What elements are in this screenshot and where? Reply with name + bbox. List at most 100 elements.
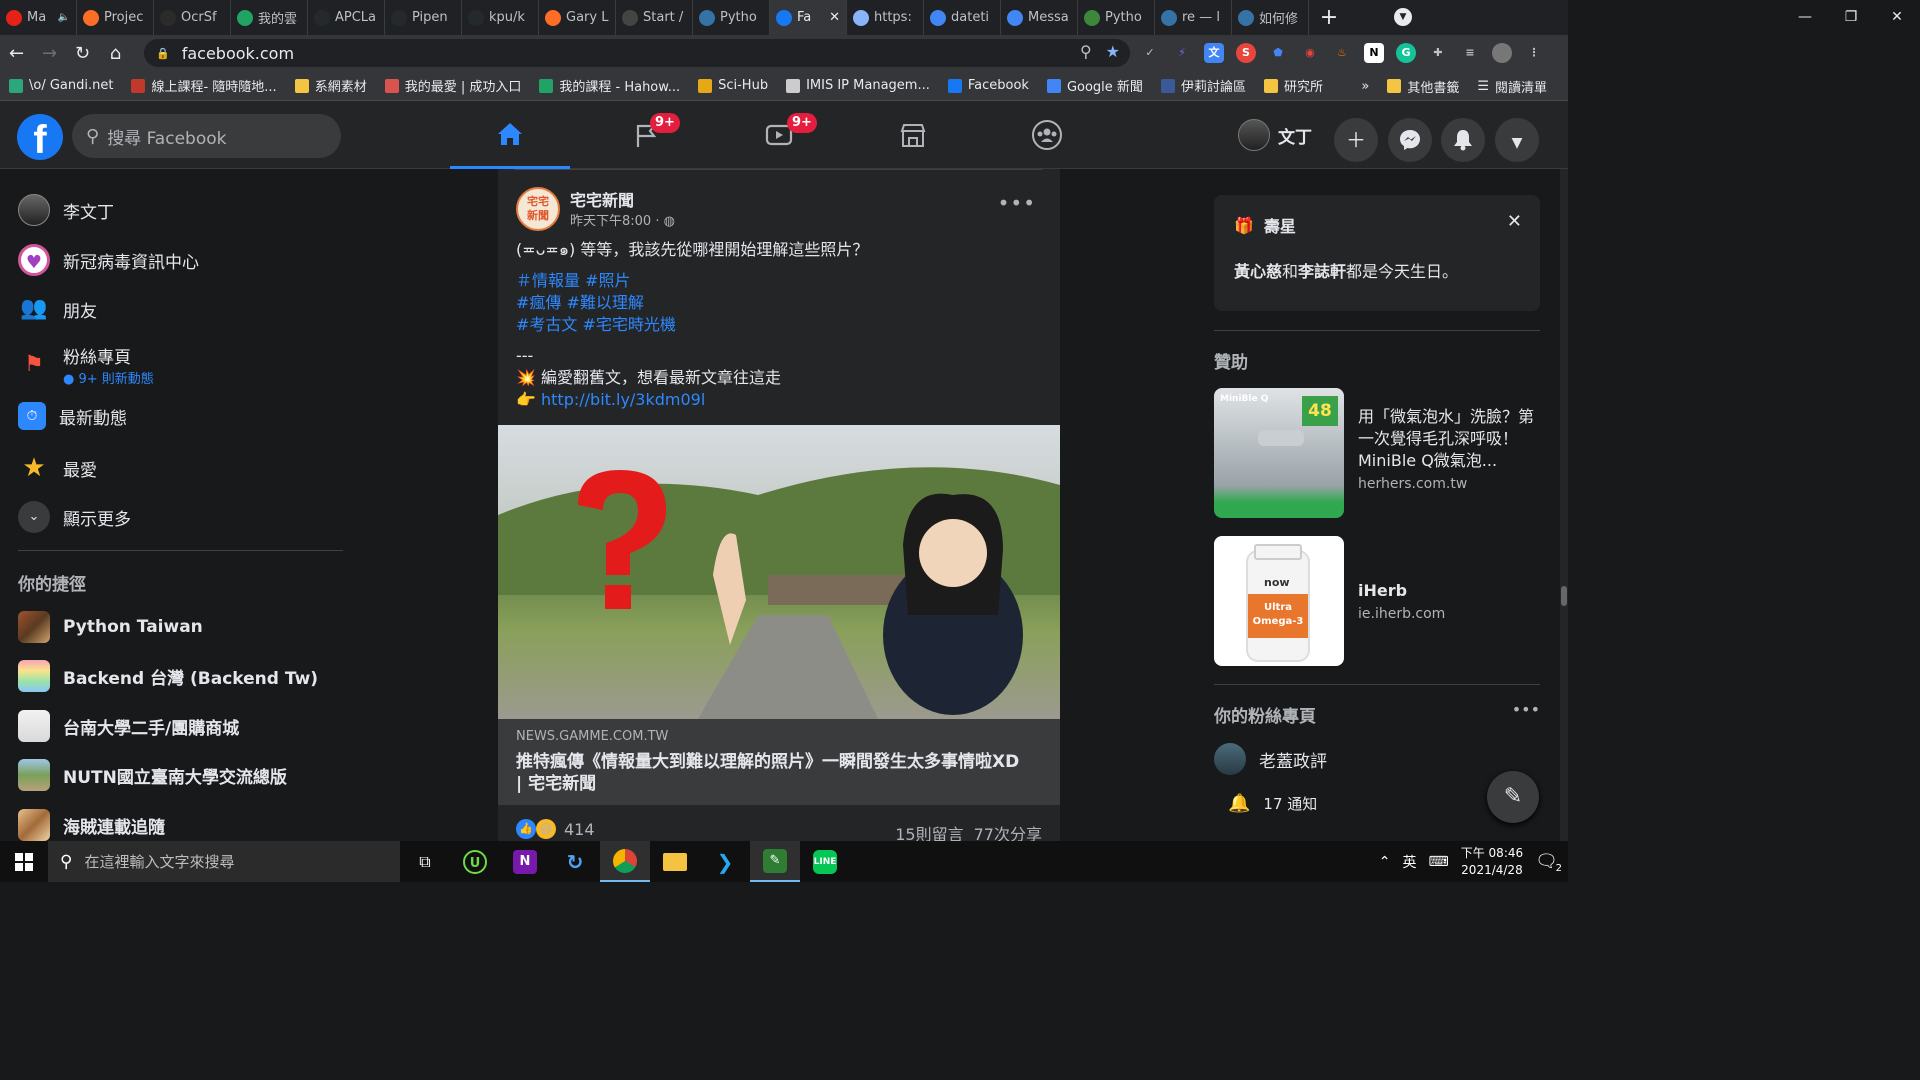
birthday-name-2[interactable]: 李誌軒: [1298, 262, 1346, 281]
post-link[interactable]: http://bit.ly/3kdm09l: [541, 390, 705, 409]
bookmarks-overflow-button[interactable]: »: [1352, 79, 1378, 94]
shortcut-python-taiwan[interactable]: Python Taiwan: [18, 611, 203, 643]
browser-tab[interactable]: dateti: [924, 0, 1001, 35]
browser-tab[interactable]: Projec: [77, 0, 154, 35]
browser-tab[interactable]: APCLa: [308, 0, 385, 35]
grammarly-extension-icon[interactable]: G: [1396, 43, 1416, 63]
taskbar-app-notes[interactable]: ✎: [750, 841, 800, 882]
sidebar-item-news-feed[interactable]: ⏱ 最新動態: [18, 402, 127, 430]
browser-tab[interactable]: 如何修: [1232, 0, 1309, 35]
reading-list-button[interactable]: ☰ 閱讀清單: [1468, 77, 1556, 96]
page-avatar[interactable]: 宅宅新聞: [516, 187, 560, 231]
translate-extension-icon[interactable]: 文: [1204, 43, 1224, 63]
page-scrollbar[interactable]: [1560, 169, 1568, 841]
sidebar-item-pages[interactable]: ⚑ 粉絲專頁 ● 9+ 則新動態: [18, 343, 154, 387]
bookmark-item[interactable]: Google 新聞: [1038, 76, 1152, 95]
shortcut-backend-tw[interactable]: Backend 台灣 (Backend Tw): [18, 660, 318, 692]
close-window-button[interactable]: ✕: [1874, 0, 1920, 35]
bookmark-item[interactable]: 我的課程 - Hahow...: [530, 76, 689, 95]
account-menu-button[interactable]: ▼: [1495, 118, 1539, 162]
taskbar-app-chrome[interactable]: [600, 841, 650, 882]
sidebar-item-see-more[interactable]: ⌄ 顯示更多: [18, 501, 131, 533]
browser-tab[interactable]: Pipen: [385, 0, 462, 35]
browser-tab[interactable]: 我的雲: [231, 0, 308, 35]
chrome-menu-icon[interactable]: ⋮: [1524, 43, 1544, 63]
home-tab[interactable]: [450, 101, 570, 169]
bookmark-item[interactable]: Sci-Hub: [689, 78, 777, 93]
tab-close-icon[interactable]: ✕: [829, 10, 840, 25]
shortcut-nutn-market[interactable]: 台南大學二手/團購商城: [18, 710, 239, 742]
groups-tab[interactable]: [987, 101, 1107, 169]
post-time[interactable]: 昨天下午8:00 ·: [570, 214, 659, 229]
reactions-summary[interactable]: 👍 😆 414: [516, 819, 595, 839]
new-tab-button[interactable]: +: [1309, 5, 1349, 30]
omnibox[interactable]: 🔒 facebook.com ⚲ ★: [144, 39, 1130, 67]
browser-tab[interactable]: re — l: [1155, 0, 1232, 35]
browser-tab[interactable]: kpu/k: [462, 0, 539, 35]
bookmark-item[interactable]: 我的最愛 | 成功入口: [376, 76, 531, 95]
start-button[interactable]: [0, 841, 48, 882]
shortcut-one-piece[interactable]: 海賊連載追隨: [18, 809, 165, 841]
taskbar-app-explorer[interactable]: [650, 841, 700, 882]
bookmark-star-icon[interactable]: ★: [1106, 42, 1120, 61]
create-button[interactable]: ＋: [1334, 118, 1378, 162]
taskbar-app-line[interactable]: LINE: [800, 841, 850, 882]
sidebar-item-friends[interactable]: 👥 朋友: [18, 293, 97, 325]
watch-tab[interactable]: 9+: [719, 101, 839, 169]
puzzle-icon[interactable]: ✚: [1428, 43, 1448, 63]
forward-button[interactable]: →: [33, 43, 66, 64]
profile-chip[interactable]: 文丁: [1238, 119, 1312, 151]
notion-extension-icon[interactable]: N: [1364, 43, 1384, 63]
birthday-name-1[interactable]: 黃心慈: [1234, 262, 1282, 281]
bookmark-item[interactable]: 線上課程- 隨時隨地...: [122, 76, 285, 95]
bookmark-item[interactable]: Facebook: [939, 78, 1038, 93]
keyboard-icon[interactable]: ⌨: [1429, 854, 1449, 870]
browser-tab[interactable]: Fa ✕: [770, 0, 847, 35]
bookmark-item[interactable]: IMIS IP Managem...: [777, 78, 939, 93]
sidebar-item-covid[interactable]: ♥ 新冠病毒資訊中心: [18, 244, 199, 276]
profile-avatar[interactable]: [1492, 43, 1512, 63]
minimize-button[interactable]: —: [1782, 0, 1828, 35]
tray-expand-icon[interactable]: ⌃: [1379, 854, 1391, 870]
pages-more-button[interactable]: •••: [1512, 700, 1540, 719]
comment-count[interactable]: 15則留言: [895, 821, 963, 841]
facebook-logo[interactable]: f: [17, 114, 63, 162]
taskbar-app-refresh[interactable]: ↻: [550, 841, 600, 882]
new-message-button[interactable]: ✎: [1487, 771, 1539, 823]
reload-button[interactable]: ↻: [66, 43, 99, 64]
share-count[interactable]: 77次分享: [974, 821, 1042, 841]
reading-list-icon[interactable]: ≡: [1460, 43, 1480, 63]
browser-tab[interactable]: https:: [847, 0, 924, 35]
shortcut-nutn-board[interactable]: NUTN國立臺南大學交流總版: [18, 759, 287, 791]
browser-tab[interactable]: Pytho: [693, 0, 770, 35]
ime-indicator[interactable]: 英: [1403, 852, 1417, 872]
messenger-button[interactable]: [1388, 118, 1432, 162]
post-author[interactable]: 宅宅新聞: [570, 187, 634, 211]
bookmark-item[interactable]: 研究所: [1255, 76, 1332, 95]
sidebar-item-profile[interactable]: 李文丁: [18, 194, 114, 226]
scrollbar-thumb[interactable]: [1561, 586, 1567, 606]
tab-search-icon[interactable]: ▼: [1394, 8, 1412, 26]
browser-tab[interactable]: Gary L: [539, 0, 616, 35]
link-preview-card[interactable]: NEWS.GAMME.COM.TW 推特瘋傳《情報量大到難以理解的照片》一瞬間發…: [498, 719, 1060, 805]
maximize-button[interactable]: ❐: [1828, 0, 1874, 35]
ad-iherb[interactable]: now Ultra Omega-3 iHerb ie.iherb.com: [1214, 536, 1538, 666]
bolt-extension-icon[interactable]: ⚡: [1172, 43, 1192, 63]
ad-minible[interactable]: MiniBle Q 48 用「微氣泡水」洗臉？第一次覺得毛孔深呼吸！MiniBl…: [1214, 388, 1538, 518]
bookmark-item[interactable]: 伊莉討論區: [1152, 76, 1255, 95]
pages-tab[interactable]: 9+: [586, 101, 706, 169]
post-more-button[interactable]: •••: [998, 191, 1036, 215]
home-button[interactable]: ⌂: [99, 43, 132, 64]
bookmark-item[interactable]: 系網素材: [286, 76, 376, 95]
taskbar-app-vscode[interactable]: ❯: [700, 841, 750, 882]
browser-tab[interactable]: Pytho: [1078, 0, 1155, 35]
page-notifications[interactable]: 🔔 17 通知: [1228, 793, 1317, 814]
browser-tab[interactable]: Ma 🔈: [0, 0, 77, 35]
check-extension-icon[interactable]: ✓: [1140, 43, 1160, 63]
browser-tab[interactable]: OcrSf: [154, 0, 231, 35]
post-tags-line[interactable]: #瘋傳 #難以理解: [516, 292, 1046, 314]
taskbar-app-upwork[interactable]: U: [450, 841, 500, 882]
back-button[interactable]: ←: [0, 43, 33, 64]
notifications-button[interactable]: [1441, 118, 1485, 162]
marketplace-tab[interactable]: [853, 101, 973, 169]
